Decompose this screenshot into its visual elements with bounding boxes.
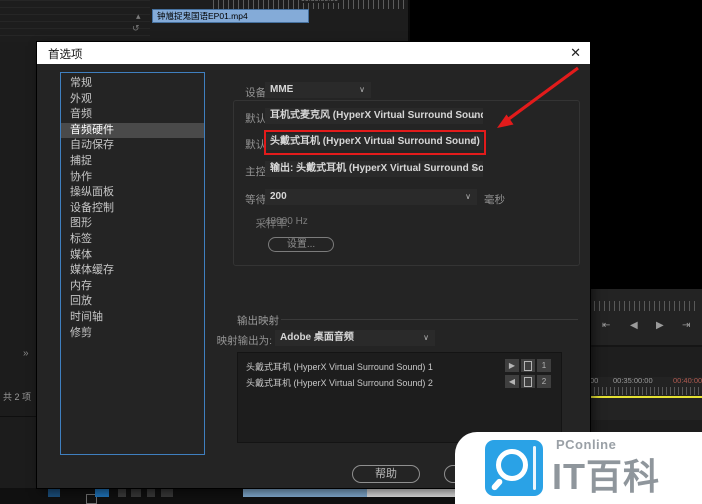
goto-in-icon[interactable]: ⇤ [602,319,610,333]
watermark: PConline IT百科 [455,432,702,504]
divider [0,416,37,417]
chevron-down-icon: ∨ [423,333,429,342]
preferences-dialog: 首选项 ✕ 常规 外观 音频 音频硬件 自动保存 捕捉 协作 操纵面板 设备控制… [37,42,590,488]
timeline-track-lines [0,0,150,40]
selected-timeline-clip[interactable]: 钟馗捉鬼国语EP01.mp4 [152,9,309,23]
timecode-label: 00 [590,376,599,385]
collapse-icon[interactable]: ▴ [136,12,141,21]
settings-button[interactable]: 设置... [268,237,334,252]
chevron-down-icon: ∨ [471,164,477,173]
master-clock-dropdown[interactable]: 输出: 头戴式耳机 (HyperX Virtual Surround Sound… [265,161,483,177]
chevron-down-icon: ∨ [465,192,471,201]
latency-unit-label: 毫秒 [484,194,505,206]
sidebar-item-device-control[interactable]: 设备控制 [61,201,204,217]
default-input-dropdown[interactable]: 耳机式麦克风 (HyperX Virtual Surround Sound) ∨ [265,108,483,124]
timecode-label: 00:35:00:00 [613,376,653,385]
sidebar-item-audio-hardware[interactable]: 音频硬件 [61,122,204,139]
play-icon[interactable]: ▶ [656,319,664,333]
preferences-category-list: 常规 外观 音频 音频硬件 自动保存 捕捉 协作 操纵面板 设备控制 图形 标签… [60,72,205,455]
dialog-titlebar[interactable]: 首选项 ✕ [37,42,590,64]
premiere-app-window: 00:30:00:00 ▴ ↺ 钟馗捉鬼国语EP01.mp4 ⇤ ◀ ▶ ⇥ 0… [0,0,702,504]
clip[interactable] [131,489,141,497]
sample-rate-value: 48000 Hz [265,216,308,227]
sidebar-item-labels[interactable]: 标签 [61,232,204,248]
dialog-title: 首选项 [48,49,83,61]
timeline-ruler-ticks[interactable] [590,387,702,395]
chevron-down-icon: ∨ [471,111,477,120]
sidebar-item-trim[interactable]: 修剪 [61,326,204,342]
audio-clip[interactable] [48,489,60,497]
horizontal-scrollbar[interactable] [367,489,455,497]
clip[interactable] [147,489,155,497]
map-output-dropdown[interactable]: Adobe 桌面音频 ∨ [275,330,435,346]
timecode-label-out: 00:40:00 [673,376,702,385]
mapping-row[interactable]: 头戴式耳机 (HyperX Virtual Surround Sound) 1 … [238,358,561,374]
output-mapping-title: 输出映射 [237,315,279,327]
audio-ruler-ticks [594,301,698,311]
annotation-highlight-box [264,130,486,155]
item-count-label: 共 2 项 [3,392,32,402]
step-back-icon[interactable]: ◀ [630,319,638,333]
transport-controls: ⇤ ◀ ▶ ⇥ [590,319,702,333]
map-output-label: 映射输出为: [216,335,272,347]
output-mapping-list: 头戴式耳机 (HyperX Virtual Surround Sound) 1 … [237,352,562,443]
watermark-title: IT百科 [552,456,660,497]
timeline-ruler[interactable]: 00:30:00:00 [213,0,409,9]
sidebar-item-general[interactable]: 常规 [61,76,204,92]
sidebar-item-appearance[interactable]: 外观 [61,92,204,108]
panel-menu-icon[interactable]: » [23,348,29,359]
sidebar-item-auto-save[interactable]: 自动保存 [61,138,204,154]
video-clip[interactable] [95,489,109,497]
latency-dropdown[interactable]: 200 ∨ [265,189,477,205]
help-button[interactable]: 帮助 [352,465,420,483]
sidebar-item-timeline[interactable]: 时间轴 [61,310,204,326]
sidebar-item-capture[interactable]: 捕捉 [61,154,204,170]
magnifier-book-logo-icon [485,440,543,496]
timeline-lower-area [590,347,702,377]
sidebar-item-media[interactable]: 媒体 [61,248,204,264]
section-divider [281,319,578,320]
source-monitor-panel: ⇤ ◀ ▶ ⇥ 00 00:35:00:00 00:40:00 [590,289,702,420]
sidebar-item-playback[interactable]: 回放 [61,294,204,310]
channel-number[interactable]: 1 [537,359,551,372]
document-icon[interactable] [521,375,535,388]
sidebar-item-audio[interactable]: 音频 [61,107,204,123]
clip[interactable] [118,489,126,497]
timeline-clip-bar[interactable] [243,489,367,497]
sidebar-item-control-surface[interactable]: 操纵面板 [61,185,204,201]
chevron-down-icon: ∨ [359,85,365,94]
sidebar-item-collaboration[interactable]: 协作 [61,170,204,186]
close-icon[interactable]: ✕ [570,45,581,61]
route-right-icon[interactable]: ▶ [505,359,519,372]
channel-number[interactable]: 2 [537,375,551,388]
device-type-dropdown[interactable]: MME ∨ [265,82,371,98]
step-forward-icon[interactable]: ⇥ [682,319,690,333]
ruler-timecode: 00:30:00:00 [299,0,340,3]
sidebar-item-media-cache[interactable]: 媒体缓存 [61,263,204,279]
clip[interactable] [161,489,173,497]
mapping-row[interactable]: 头戴式耳机 (HyperX Virtual Surround Sound) 2 … [238,374,561,390]
project-panel-strip: » 共 2 项 [0,42,38,504]
history-icon[interactable]: ↺ [132,24,140,33]
route-left-icon[interactable]: ◀ [505,375,519,388]
sidebar-item-memory[interactable]: 内存 [61,279,204,295]
sidebar-item-graphics[interactable]: 图形 [61,216,204,232]
document-icon[interactable] [521,359,535,372]
work-area-bar[interactable] [590,396,702,398]
